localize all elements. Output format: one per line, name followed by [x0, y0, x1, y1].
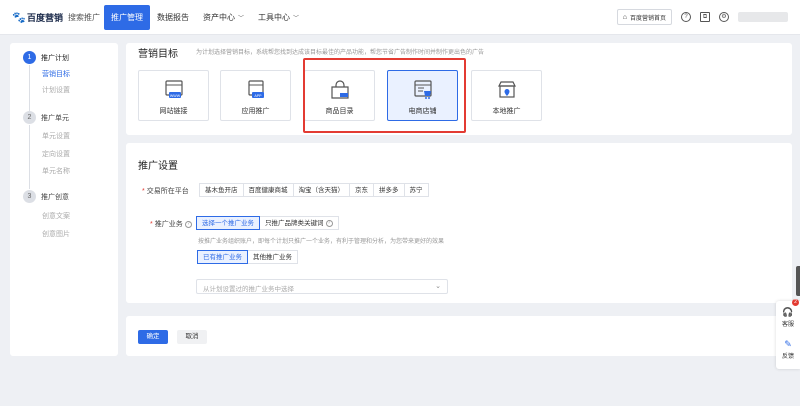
headset-icon: 🎧: [782, 307, 794, 317]
copy-icon[interactable]: ⧉: [700, 12, 710, 22]
step-number: 2: [23, 111, 36, 124]
floating-help-panel: 2 🎧 客服 ✎ 反馈: [776, 299, 800, 369]
cancel-button[interactable]: 取消: [177, 330, 207, 344]
platform-option-jd[interactable]: 京东: [349, 183, 374, 197]
step-number: 3: [23, 190, 36, 203]
local-store-icon: [498, 81, 516, 98]
logo[interactable]: 🐾 百度营销 搜索推广: [12, 11, 100, 24]
step-plan[interactable]: 1 推广计划: [23, 51, 69, 64]
business-hint: 按推广业务组织账户，即每个计划只推广一个业务，有利于管理和分析，为您带来更好的效…: [198, 239, 445, 245]
step-label: 推广创意: [41, 193, 69, 201]
platform-option-taobao[interactable]: 淘宝（含天猫）: [292, 183, 350, 197]
step-connector: [29, 125, 30, 189]
confirm-button[interactable]: 确定: [138, 330, 168, 344]
section-title: 营销目标: [138, 49, 178, 60]
chevron-down-icon: ⌄: [435, 283, 441, 290]
feedback-button[interactable]: ✎ 反馈: [776, 339, 800, 360]
home-icon: ⌂: [622, 13, 627, 21]
business-source-selector: 已有推广业务 其他推广业务: [197, 250, 298, 264]
sidebar-item-plan-settings[interactable]: 计划设置: [42, 85, 70, 95]
sidebar-item-creative-copy[interactable]: 创意文案: [42, 211, 70, 221]
app-promo-icon: APP: [248, 80, 264, 98]
goal-card-app-promo[interactable]: APP 应用推广: [220, 70, 291, 121]
other-business-option[interactable]: 其他推广业务: [247, 250, 298, 264]
platform-selector: 基木鱼开店 百度健康商城 淘宝（含天猫） 京东 拼多多 苏宁: [199, 183, 429, 197]
goal-card-local-promo[interactable]: 本地推广: [471, 70, 542, 121]
action-bar: 确定 取消: [126, 316, 792, 356]
platform-label: * 交易所在平台: [142, 188, 189, 195]
goal-card-label: 应用推广: [241, 108, 270, 115]
nav-data-report[interactable]: 数据报告: [150, 0, 196, 35]
highlight-box: [303, 58, 466, 133]
edit-icon: ✎: [784, 339, 792, 349]
sidebar-item-marketing-goal[interactable]: 营销目标: [42, 69, 70, 79]
home-button[interactable]: ⌂ 百度营销首页: [616, 9, 672, 25]
sidebar-item-unit-name[interactable]: 单元名称: [42, 166, 70, 176]
sidebar-item-creative-image[interactable]: 创意图片: [42, 229, 70, 239]
step-unit[interactable]: 2 推广单元: [23, 111, 69, 124]
section-description: 为计划选择营销目标，系统帮您找到达成该目标最佳的产品功能，帮您节省广告制作时间并…: [196, 50, 485, 56]
sidebar-item-targeting[interactable]: 定向设置: [42, 149, 70, 159]
svg-text:APP: APP: [254, 94, 262, 98]
existing-business-option[interactable]: 已有推广业务: [197, 250, 248, 264]
step-label: 推广计划: [41, 54, 69, 62]
nav-tool-center[interactable]: 工具中心 ﹀: [251, 0, 306, 35]
business-option-select-one[interactable]: 选择一个推广业务: [196, 216, 260, 230]
promotion-settings-panel: 推广设置 * 交易所在平台 基木鱼开店 百度健康商城 淘宝（含天猫） 京东 拼多多…: [126, 143, 792, 303]
goal-card-label: 网站链接: [159, 108, 188, 115]
top-right-tools: ⌂ 百度营销首页 ? ⧉ ⚙: [616, 9, 788, 25]
customer-service-button[interactable]: 🎧 客服: [776, 307, 800, 328]
chevron-down-icon: ﹀: [293, 16, 300, 22]
baidu-paw-icon: 🐾: [12, 11, 26, 24]
nav-asset-center[interactable]: 资产中心 ﹀: [196, 0, 251, 35]
business-label: * 推广业务?: [150, 219, 192, 229]
goal-card-web-link[interactable]: WWW 网站链接: [138, 70, 209, 121]
brand-name: 百度营销: [27, 13, 64, 23]
main-nav: 推广管理 数据报告 资产中心 ﹀ 工具中心 ﹀: [104, 0, 306, 35]
goal-card-label: 本地推广: [492, 108, 521, 115]
user-account[interactable]: [738, 12, 788, 22]
nav-promotion-management[interactable]: 推广管理: [104, 5, 150, 30]
section-title: 推广设置: [138, 161, 178, 172]
select-placeholder: 从计划设置过的推广业务中选择: [203, 286, 294, 293]
step-label: 推广单元: [41, 114, 69, 122]
platform-option-pinduoduo[interactable]: 拼多多: [373, 183, 405, 197]
help-icon: ?: [325, 219, 333, 227]
step-number: 1: [23, 51, 36, 64]
step-connector: [29, 65, 30, 111]
help-icon[interactable]: ?: [184, 220, 192, 228]
business-selector: 选择一个推广业务 只推广品牌类关键词?: [196, 216, 339, 230]
platform-option-suning[interactable]: 苏宁: [403, 183, 429, 197]
side-handle[interactable]: [796, 266, 800, 296]
chevron-down-icon: ﹀: [238, 16, 245, 22]
sidebar-item-unit-settings[interactable]: 单元设置: [42, 131, 70, 141]
help-icon[interactable]: ?: [681, 12, 691, 22]
web-link-icon: WWW: [165, 80, 183, 98]
product-name: 搜索推广: [68, 13, 101, 22]
settings-icon[interactable]: ⚙: [719, 12, 729, 22]
business-option-brand-keywords[interactable]: 只推广品牌类关键词?: [259, 216, 339, 230]
notification-badge: 2: [792, 299, 799, 306]
business-select[interactable]: 从计划设置过的推广业务中选择 ⌄: [196, 279, 448, 294]
platform-option-jimuyu[interactable]: 基木鱼开店: [199, 183, 244, 197]
platform-option-baidu-health[interactable]: 百度健康商城: [242, 183, 294, 197]
svg-text:WWW: WWW: [170, 94, 181, 98]
steps-sidebar: 1 推广计划 营销目标 计划设置 2 推广单元 单元设置 定向设置 单元名称 3…: [10, 43, 118, 356]
top-bar: 🐾 百度营销 搜索推广 推广管理 数据报告 资产中心 ﹀ 工具中心 ﹀ ⌂ 百度营销…: [0, 0, 800, 35]
step-creative[interactable]: 3 推广创意: [23, 190, 69, 203]
